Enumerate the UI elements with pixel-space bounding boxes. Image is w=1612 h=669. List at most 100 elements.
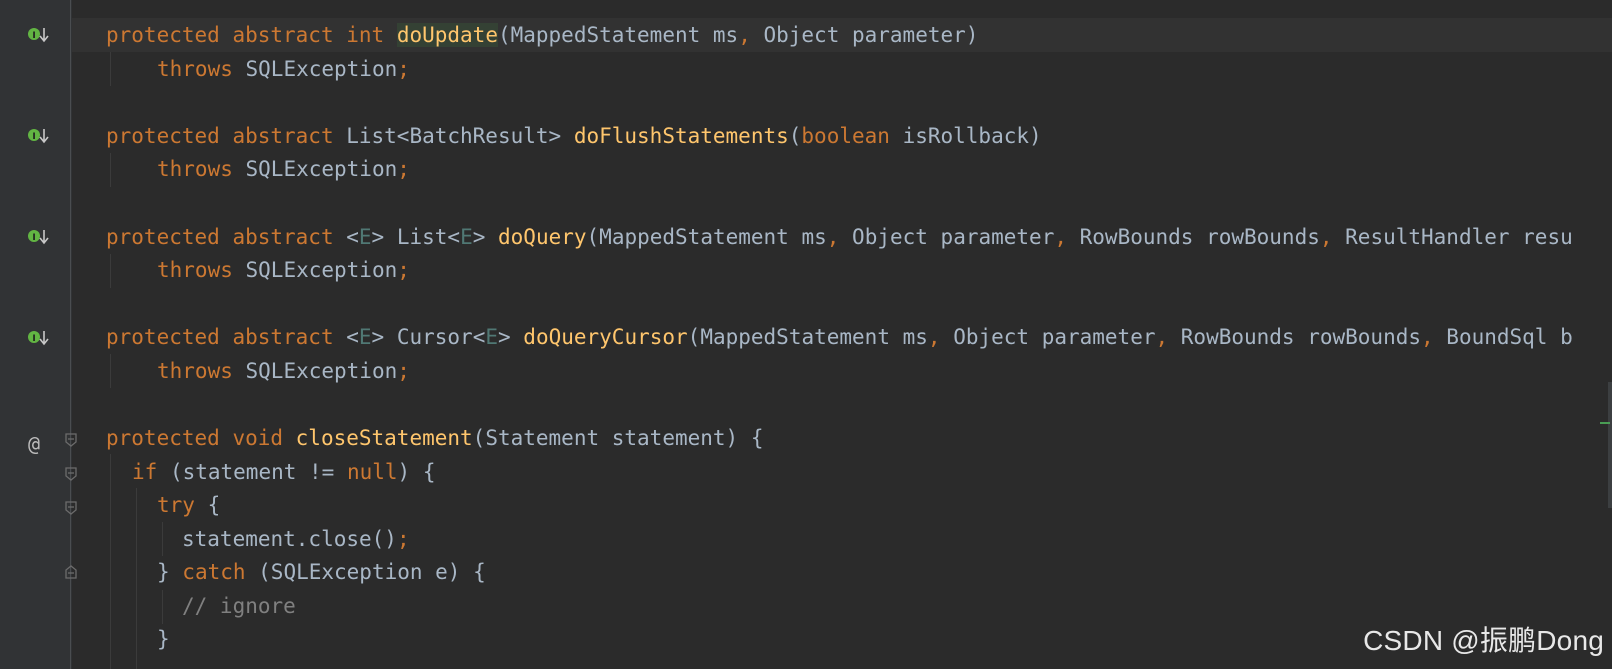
code-token: protected (106, 124, 233, 148)
watermark: CSDN @振鹏Dong (1363, 625, 1604, 656)
code-token: SQLException (245, 57, 398, 81)
code-token: Object parameter (852, 225, 1055, 249)
code-line[interactable]: try { (157, 488, 220, 522)
code-token: ; (397, 359, 410, 383)
code-token: Object parameter (953, 325, 1156, 349)
indent-guide (136, 488, 137, 669)
indent-guide (162, 522, 163, 556)
code-token: (statement != (169, 460, 347, 484)
indent-guide (110, 52, 111, 86)
code-token: ; (396, 527, 410, 551)
indent-guide (110, 454, 111, 669)
code-line[interactable]: } catch (SQLException e) { (157, 555, 486, 589)
code-token: , (738, 23, 764, 47)
code-line[interactable]: if (statement != null) { (132, 455, 435, 489)
code-token: abstract (232, 124, 347, 148)
code-token: ; (397, 258, 410, 282)
code-token: statement.close() (182, 527, 397, 551)
code-token: isRollback) (902, 124, 1042, 148)
code-token: abstract (232, 325, 347, 349)
code-token: abstract (232, 23, 347, 47)
code-line[interactable]: throws SQLException; (157, 354, 410, 388)
code-line[interactable]: // ignore (182, 589, 296, 623)
code-token: ResultHandler resu (1345, 225, 1573, 249)
code-token: protected (106, 225, 233, 249)
svg-text:I: I (32, 132, 35, 142)
code-line[interactable]: throws SQLException; (157, 152, 410, 186)
code-token: E (485, 325, 498, 349)
code-token: closeStatement (295, 426, 473, 450)
code-token: ( (788, 124, 802, 148)
code-line[interactable]: protected abstract <E> List<E> doQuery(M… (106, 220, 1573, 254)
code-token: throws (157, 359, 246, 383)
code-token: catch (182, 560, 259, 584)
implemented-method-icon[interactable]: I (26, 25, 52, 45)
svg-text:I: I (32, 233, 35, 243)
code-line[interactable]: throws SQLException; (157, 52, 410, 86)
code-token: ; (397, 157, 410, 181)
code-token: protected (106, 325, 233, 349)
fold-marker-icon[interactable] (64, 500, 78, 516)
fold-end-marker-icon[interactable] (64, 564, 78, 580)
code-line[interactable]: protected abstract List<BatchResult> doF… (106, 119, 1042, 153)
code-token: // ignore (182, 594, 296, 618)
code-token: ) { (397, 460, 436, 484)
code-token: > (498, 325, 524, 349)
code-token: > List< (371, 225, 461, 249)
code-token: protected (106, 23, 233, 47)
code-token: doQuery (498, 225, 587, 249)
scrollbar-change-marker[interactable] (1600, 422, 1610, 424)
code-token: (MappedStatement ms (687, 325, 928, 349)
code-token: E (460, 225, 473, 249)
code-token: SQLException (245, 359, 398, 383)
code-token: } (157, 627, 170, 651)
code-token: , (1054, 225, 1080, 249)
code-token: { (207, 493, 221, 517)
code-token: protected (106, 426, 233, 450)
code-token: } (157, 560, 183, 584)
fold-marker-icon[interactable] (64, 466, 78, 482)
code-token: throws (157, 57, 246, 81)
code-line[interactable]: protected abstract int doUpdate(MappedSt… (106, 18, 978, 52)
implemented-method-icon[interactable]: I (26, 126, 52, 146)
code-line[interactable]: statement.close(); (182, 522, 410, 556)
code-token: throws (157, 258, 246, 282)
fold-marker-icon[interactable] (64, 432, 78, 448)
svg-text:I: I (32, 31, 35, 41)
code-token: throws (157, 157, 246, 181)
indent-guide (110, 153, 111, 187)
code-token: (MappedStatement ms (497, 23, 739, 47)
code-line[interactable]: protected void closeStatement(Statement … (106, 421, 763, 455)
indent-guide (110, 254, 111, 288)
annotation-at-icon[interactable]: @ (28, 434, 40, 454)
code-token: , (1421, 325, 1447, 349)
code-token: if (132, 460, 170, 484)
code-token: , (1155, 325, 1181, 349)
code-line[interactable]: } (157, 622, 170, 656)
indent-guide (162, 590, 163, 624)
code-token: ; (397, 57, 410, 81)
implemented-method-icon[interactable]: I (26, 328, 52, 348)
code-token: boolean (801, 124, 903, 148)
code-token: , (927, 325, 954, 349)
implemented-method-icon[interactable]: I (26, 227, 52, 247)
code-token: (SQLException e) { (258, 560, 486, 584)
code-token: (Statement statement) { (472, 426, 764, 450)
code-token: doFlushStatements (573, 124, 789, 148)
code-line[interactable]: throws SQLException; (157, 253, 410, 287)
code-token: abstract (232, 225, 347, 249)
code-token: doQueryCursor (523, 325, 688, 349)
code-token: RowBounds rowBounds (1180, 325, 1421, 349)
code-token: E (358, 225, 372, 249)
code-token: Object parameter) (763, 23, 979, 47)
code-token: > (472, 225, 499, 249)
code-token: int (346, 23, 397, 47)
scrollbar[interactable] (1608, 382, 1612, 508)
code-token: , (826, 225, 853, 249)
code-token: void (232, 426, 296, 450)
code-line[interactable]: protected abstract <E> Cursor<E> doQuery… (106, 320, 1573, 354)
code-token: , (1319, 225, 1346, 249)
code-token: null (346, 460, 398, 484)
code-token: doUpdate (396, 23, 498, 47)
code-token: BoundSql b (1446, 325, 1573, 349)
